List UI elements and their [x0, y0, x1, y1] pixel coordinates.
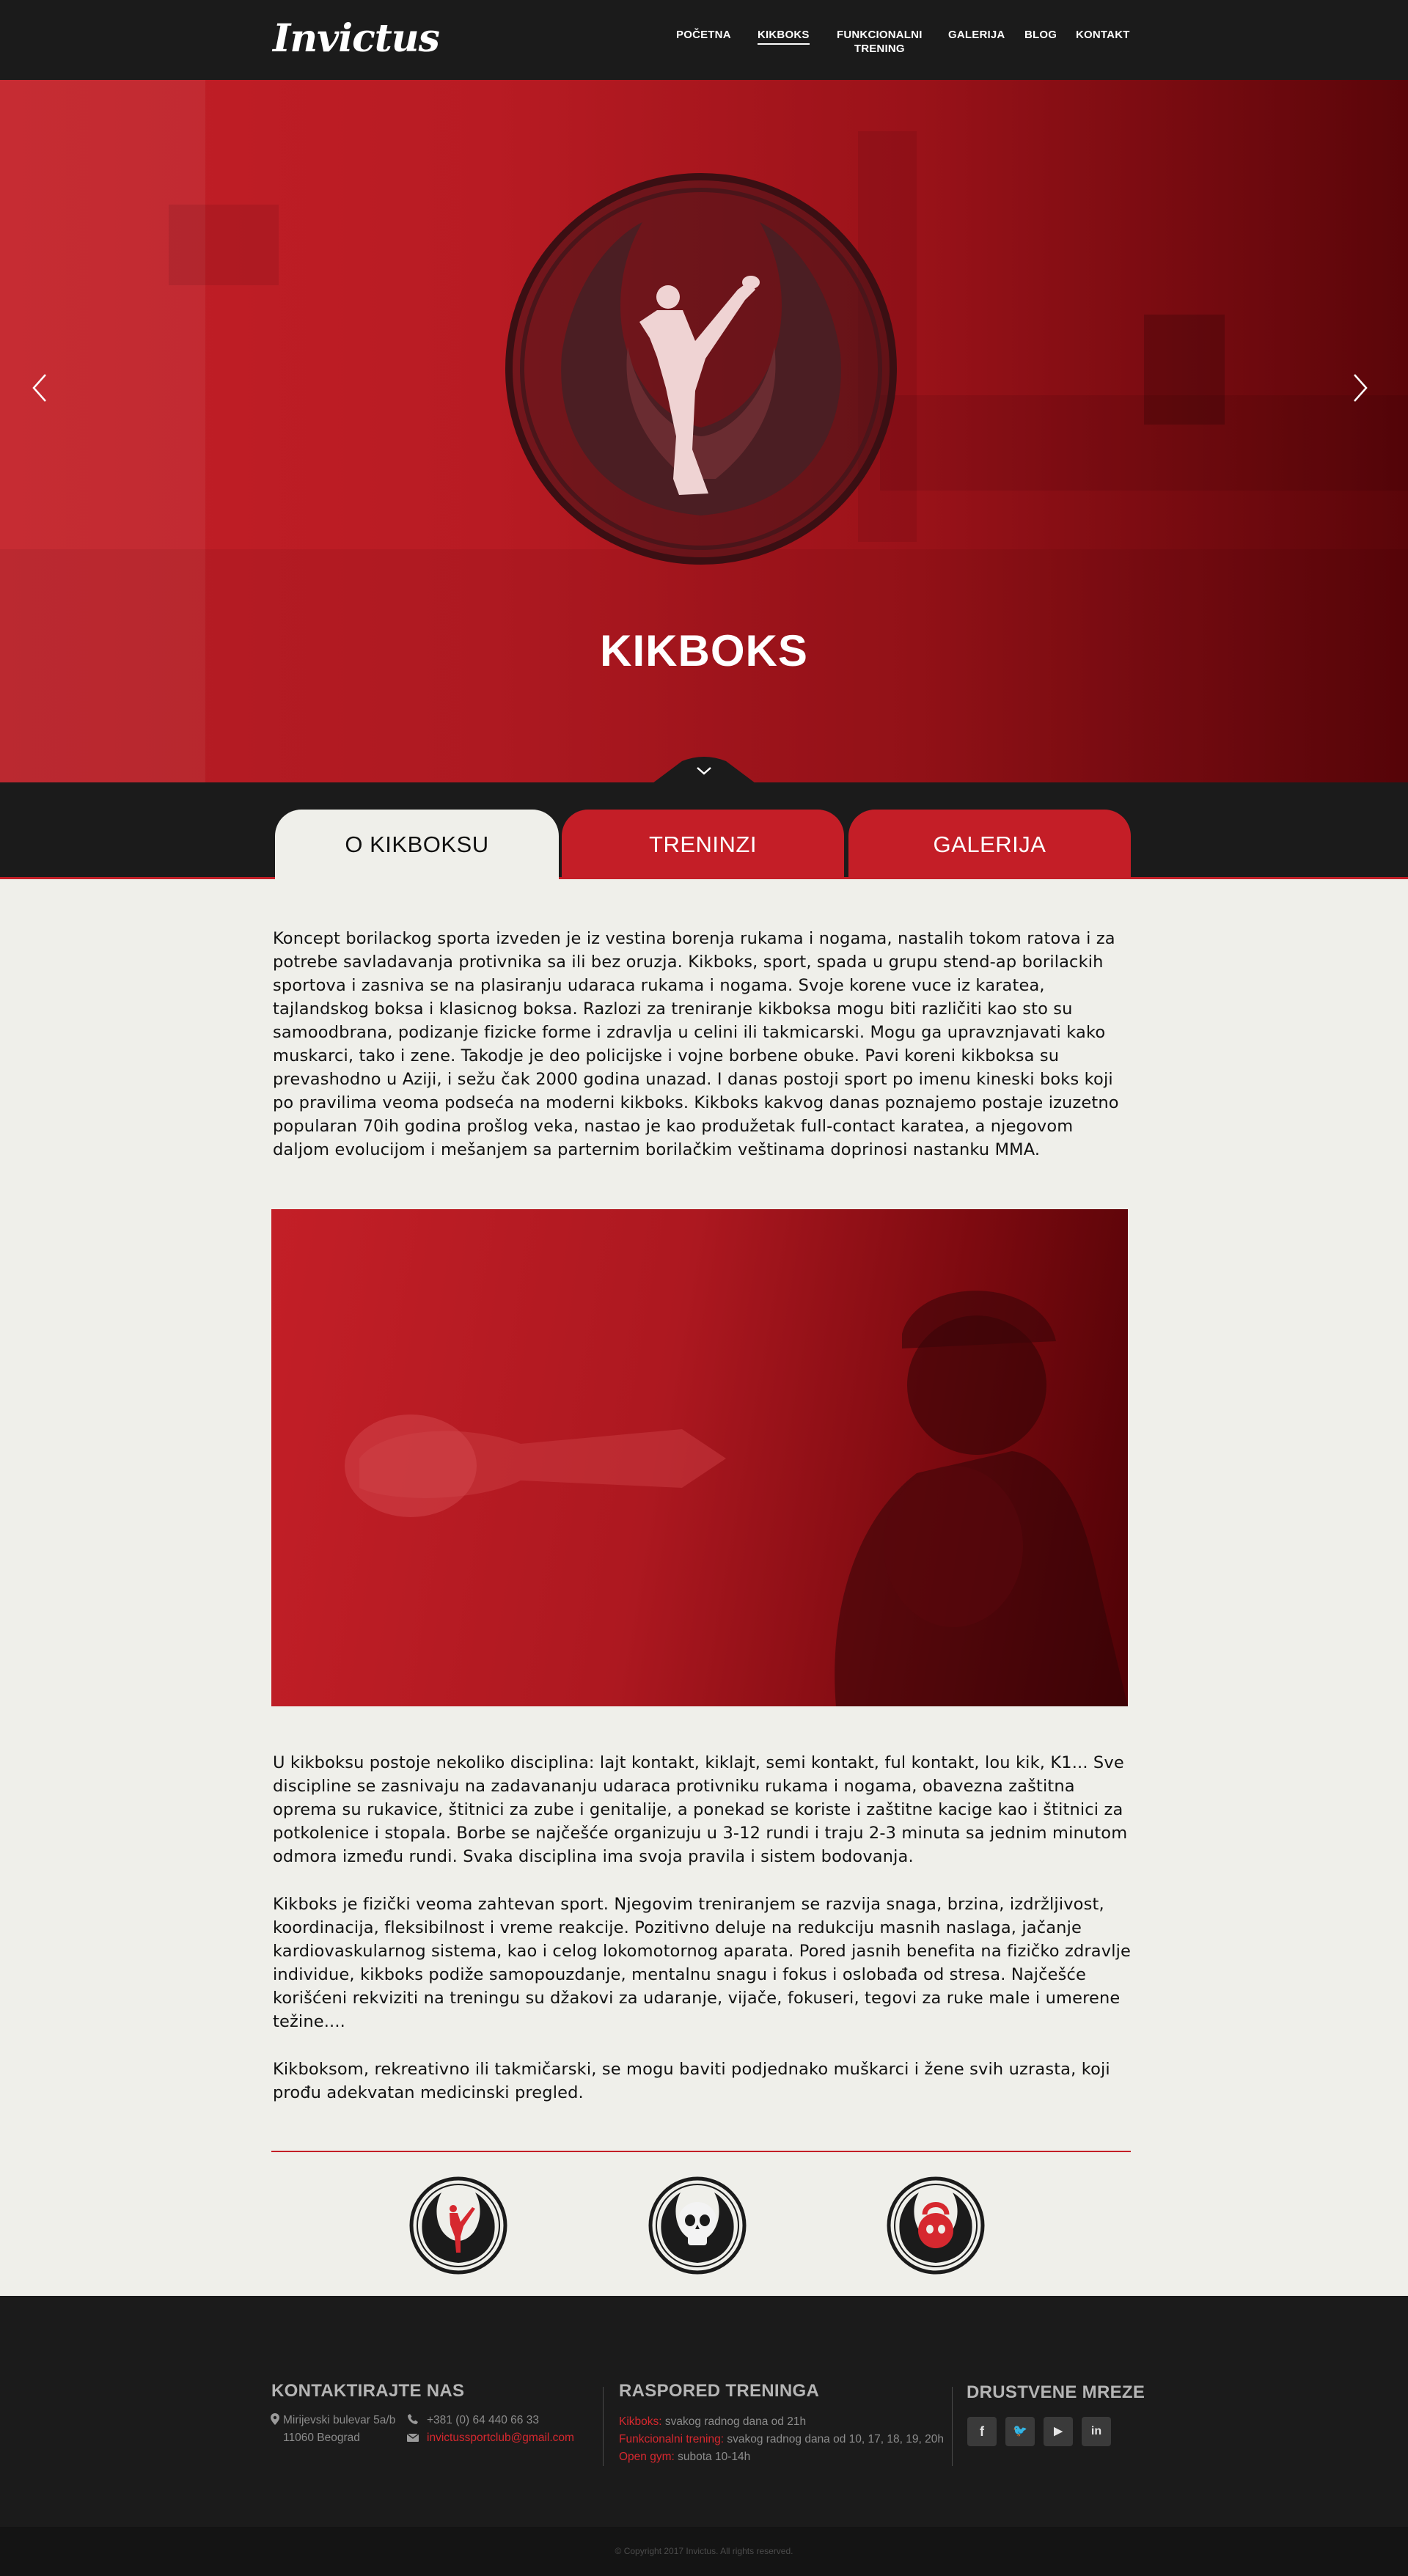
kickboxer-photo: [271, 1209, 1128, 1706]
schedule-row-funkcionalni: Funkcionalni trening: svakog radnog dana…: [619, 2431, 944, 2448]
site-header: Invictus POČETNA KIKBOKS FUNKCIONALNI TR…: [0, 0, 1408, 80]
scroll-down-button[interactable]: [653, 757, 755, 783]
tab-galerija[interactable]: GALERIJA: [848, 810, 1131, 879]
nav-item-pocetna[interactable]: POČETNA: [676, 28, 731, 42]
slider-next-arrow[interactable]: [1346, 366, 1375, 410]
schedule-time: svakog radnog dana od 21h: [661, 2415, 807, 2428]
nav-item-blog[interactable]: BLOG: [1024, 28, 1057, 42]
facebook-icon[interactable]: f: [967, 2417, 997, 2446]
schedule-name: Open gym:: [619, 2451, 675, 2463]
chevron-right-icon: [1354, 374, 1368, 402]
schedule-name: Funkcionalni trening:: [619, 2433, 725, 2445]
nav-item-galerija[interactable]: GALERIJA: [948, 28, 1005, 42]
address-line-2: 11060 Beograd: [283, 2432, 360, 2444]
address-line-1: Mirijevski bulevar 5a/b: [283, 2414, 396, 2426]
tab-o-kikboksu[interactable]: O KIKBOKSU: [275, 810, 559, 879]
kickboxer-silhouette: [345, 1291, 1128, 1706]
main-nav: POČETNA KIKBOKS FUNKCIONALNI TRENING GAL…: [0, 28, 1408, 57]
schedule-row-kikboks: Kikboks: svakog radnog dana od 21h: [619, 2413, 806, 2431]
tab-treninzi[interactable]: TRENINZI: [562, 810, 844, 879]
copyright-text: © Copyright 2017 Invictus. All rights re…: [615, 2546, 793, 2556]
kickboxer-emblem-icon[interactable]: [409, 2176, 507, 2275]
contact-heading: KONTAKTIRAJTE NAS: [271, 2381, 465, 2401]
email-link[interactable]: invictussportclub@gmail.com: [427, 2429, 574, 2447]
benefits-paragraph: Kikboks je fizički veoma zahtevan sport.…: [273, 1895, 1131, 2031]
slider-prev-arrow[interactable]: [25, 366, 54, 410]
site-footer: [0, 2296, 1408, 2527]
linkedin-icon[interactable]: in: [1082, 2417, 1111, 2446]
chevron-left-icon: [32, 374, 46, 402]
twitter-icon[interactable]: 🐦: [1005, 2417, 1035, 2446]
hero-slider: KIKBOKS: [0, 80, 1408, 782]
disciplines-paragraph: U kikboksu postoje nekoliko disciplina: …: [273, 1753, 1128, 1866]
hero-bg-ring-ropes: [880, 395, 1408, 491]
mail-icon: [407, 2434, 419, 2442]
schedule-row-open-gym: Open gym: subota 10-14h: [619, 2448, 750, 2466]
kettlebell-emblem-icon[interactable]: [887, 2176, 985, 2275]
phone-number[interactable]: +381 (0) 64 440 66 33: [427, 2412, 539, 2429]
nav-item-kontakt[interactable]: KONTAKT: [1076, 28, 1130, 42]
social-heading: DRUSTVENE MREZE: [967, 2382, 1145, 2402]
schedule-time: svakog radnog dana od 10, 17, 18, 19, 20…: [724, 2433, 944, 2445]
who-can-train-paragraph: Kikboksom, rekreativno ili takmičarski, …: [273, 2060, 1110, 2102]
hero-title: KIKBOKS: [600, 626, 808, 675]
nav-item-kikboks[interactable]: KIKBOKS: [758, 28, 810, 45]
content-divider: [271, 2151, 1131, 2152]
youtube-icon[interactable]: ▶: [1044, 2417, 1073, 2446]
schedule-time: subota 10-14h: [674, 2451, 751, 2463]
nav-item-funkcionalni-trening[interactable]: FUNKCIONALNI TRENING: [837, 28, 923, 56]
kickboxer-emblem-icon: [505, 173, 897, 565]
footer-divider-2: [952, 2387, 953, 2466]
schedule-heading: RASPORED TRENINGA: [619, 2381, 820, 2401]
schedule-name: Kikboks:: [619, 2415, 662, 2428]
phone-icon: [408, 2414, 418, 2424]
intro-paragraph: Koncept borilackog sporta izveden je iz …: [273, 929, 1119, 1159]
location-pin-icon: [271, 2413, 279, 2425]
hero-bg-panel: [169, 205, 279, 285]
skull-emblem-icon[interactable]: [648, 2176, 747, 2275]
footer-divider-1: [603, 2387, 604, 2466]
